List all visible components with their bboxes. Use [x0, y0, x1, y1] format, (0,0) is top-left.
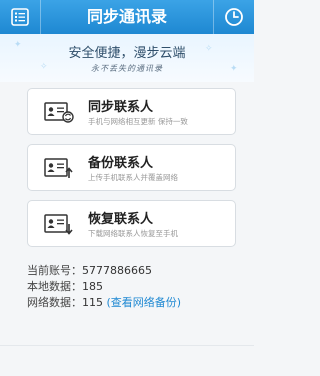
contact-download-icon: [44, 214, 73, 235]
account-value: 5777886665: [82, 264, 152, 277]
network-data-label: 网络数据：: [27, 296, 82, 309]
slogan-banner: ✦ ✧ ✧ ✦ 安全便捷，漫步云端 永不丢失的通讯录: [0, 34, 254, 82]
view-network-backup-link[interactable]: (查看网络备份): [107, 296, 182, 309]
contact-upload-icon: [44, 158, 73, 178]
local-data-row: 本地数据：185: [27, 278, 103, 294]
contact-sync-icon: [44, 102, 74, 123]
card-subtitle: 上传手机联系人并覆盖网络: [88, 173, 178, 182]
account-label: 当前账号：: [27, 264, 82, 277]
restore-contacts-button[interactable]: 恢复联系人 下载网络联系人恢复至手机: [27, 200, 236, 247]
backup-contacts-button[interactable]: 备份联系人 上传手机联系人并覆盖网络: [27, 144, 236, 191]
card-subtitle: 手机与网络相互更新 保持一致: [88, 117, 188, 126]
local-data-value: 185: [82, 280, 103, 293]
history-button[interactable]: [213, 0, 254, 34]
card-subtitle: 下载网络联系人恢复至手机: [88, 229, 178, 238]
banner-script: 永不丢失的通讯录: [91, 64, 163, 73]
sync-contacts-button[interactable]: 同步联系人 手机与网络相互更新 保持一致: [27, 88, 236, 135]
divider: [0, 345, 254, 346]
local-data-label: 本地数据：: [27, 280, 82, 293]
list-icon: [11, 8, 29, 26]
card-title: 备份联系人: [88, 156, 154, 171]
menu-button[interactable]: [0, 0, 41, 34]
card-title: 恢复联系人: [88, 212, 154, 227]
network-data-row: 网络数据：115 (查看网络备份): [27, 294, 181, 310]
card-title: 同步联系人: [88, 100, 154, 115]
banner-slogan: 安全便捷，漫步云端: [68, 46, 186, 61]
account-row: 当前账号：5777886665: [27, 262, 152, 278]
network-data-value: 115: [82, 296, 103, 309]
top-bar: 同步通讯录: [0, 0, 254, 34]
clock-icon: [225, 8, 243, 26]
